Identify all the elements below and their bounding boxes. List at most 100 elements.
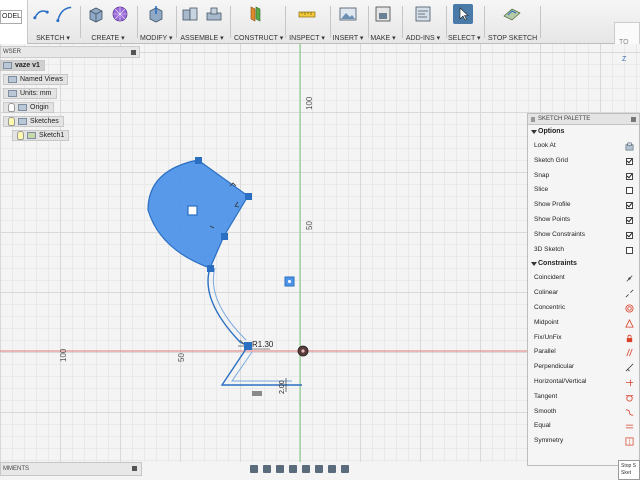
arc-tool-icon[interactable] [55,4,74,24]
sketch-menu-label[interactable]: SKETCH ▾ [32,34,74,42]
constraint-perpendicular[interactable]: Perpendicular [528,360,639,375]
midpoint-icon[interactable] [625,318,634,328]
sketch-point[interactable] [244,342,252,350]
slice-checkbox[interactable] [626,187,633,195]
tree-item-sketch1[interactable]: Sketch1 [0,128,140,142]
profile-center-point[interactable] [187,205,198,216]
construct-menu[interactable]: CONSTRUCT ▾ [234,4,283,42]
pin-icon[interactable] [131,50,136,55]
tangent-icon[interactable] [625,393,634,402]
look-at-icon[interactable] [263,465,271,473]
construct-menu-label[interactable]: CONSTRUCT ▾ [234,34,283,42]
stop-sketch-button[interactable]: STOP SKETCH [488,4,537,42]
grip-icon[interactable] [531,117,535,122]
lock-icon[interactable] [625,334,634,343]
form-icon[interactable] [110,4,130,24]
sketch-point[interactable] [221,233,228,240]
modify-menu-label[interactable]: MODIFY ▾ [140,34,173,42]
option-sketch-grid[interactable]: Sketch Grid [528,154,639,169]
constraint-coincident[interactable]: Coincident [528,271,639,286]
option-3d-sketch[interactable]: 3D Sketch [528,243,639,258]
inspect-menu[interactable]: INSPECT ▾ [288,4,326,42]
option-slice[interactable]: Slice [528,183,639,198]
press-pull-icon[interactable] [146,4,166,24]
constraints-section-header[interactable]: Constraints [528,257,639,271]
tree-item-document[interactable]: vaze v1 [0,58,140,72]
sketch-profile[interactable] [147,159,249,269]
workspace-label[interactable]: ODEL [0,10,22,24]
sketches-node[interactable]: Sketches [3,115,64,127]
measure-icon[interactable] [297,4,317,24]
make-menu-label[interactable]: MAKE ▾ [370,34,396,42]
tree-item-origin[interactable]: Origin [0,100,140,114]
constraint-horizontal-vertical[interactable]: Horizontal/Vertical [528,375,639,390]
stop-sketch-icon[interactable] [502,4,522,24]
option-look-at[interactable]: Look At [528,139,639,154]
tree-item-units[interactable]: Units: mm [0,86,140,100]
inspect-menu-label[interactable]: INSPECT ▾ [288,34,326,42]
constraint-colinear[interactable]: Colinear [528,286,639,301]
length-dimension[interactable]: 2.00 [279,380,286,394]
look-at-icon[interactable] [625,142,634,151]
stop-sketch-label[interactable]: STOP SKETCH [488,35,537,42]
stop-sketch-corner-button[interactable]: Stop S Sket [618,460,640,480]
select-cursor-icon[interactable] [453,4,473,24]
visibility-bulb-icon[interactable] [8,102,15,112]
insert-menu[interactable]: INSERT ▾ [332,4,364,42]
option-show-points[interactable]: Show Points [528,213,639,228]
line-tool-icon[interactable] [32,4,51,24]
symmetry-icon[interactable] [625,437,634,446]
3d-print-icon[interactable] [373,4,393,24]
sketch-line-bottom[interactable] [220,345,302,386]
snap-checkbox[interactable] [626,172,633,180]
create-menu-label[interactable]: CREATE ▾ [86,34,130,42]
sketch-point[interactable] [195,157,202,164]
smooth-icon[interactable] [625,408,634,417]
constraint-equal[interactable]: Equal [528,419,639,434]
perpendicular-icon[interactable] [625,363,634,372]
radius-dimension[interactable]: R1.30 [252,340,274,349]
colinear-icon[interactable] [625,289,634,298]
assemble-menu[interactable]: ASSEMBLE ▾ [180,4,224,42]
3d-sketch-checkbox[interactable] [626,246,633,254]
sketch1-node[interactable]: Sketch1 [12,129,70,141]
offset-plane-icon[interactable] [246,4,266,24]
close-icon[interactable] [631,117,636,122]
concentric-icon[interactable] [625,304,634,313]
constraint-symmetry[interactable]: Symmetry [528,434,639,449]
create-menu[interactable]: CREATE ▾ [86,4,130,42]
show-profile-checkbox[interactable] [626,202,633,210]
options-section-header[interactable]: Options [528,125,639,139]
constraint-fix-unfix[interactable]: Fix/UnFix [528,331,639,346]
select-menu[interactable]: SELECT ▾ [448,4,481,42]
units-node[interactable]: Units: mm [3,87,57,99]
option-show-profile[interactable]: Show Profile [528,198,639,213]
grid-settings-icon[interactable] [328,465,336,473]
sketch-spline[interactable] [207,267,249,347]
constraint-parallel[interactable]: Parallel [528,345,639,360]
orbit-icon[interactable] [250,465,258,473]
origin-node[interactable]: Origin [3,101,54,113]
pin-icon[interactable] [132,466,137,471]
sketch-point[interactable] [245,193,252,200]
tree-item-named-views[interactable]: Named Views [0,72,140,86]
tree-item-sketches[interactable]: Sketches [0,114,140,128]
constraint-midpoint[interactable]: Midpoint [528,316,639,331]
comments-panel[interactable]: MMENTS [0,462,142,476]
insert-menu-label[interactable]: INSERT ▾ [332,34,364,42]
equal-icon[interactable] [625,422,634,431]
constraint-tangent[interactable]: Tangent [528,390,639,405]
display-settings-icon[interactable] [315,465,323,473]
horizontal-vertical-icon[interactable] [625,378,634,387]
sketch-menu[interactable]: SKETCH ▾ [32,4,74,42]
visibility-bulb-icon[interactable] [8,116,15,126]
browser-header[interactable]: WSER [0,46,140,58]
make-menu[interactable]: MAKE ▾ [370,4,396,42]
scripts-icon[interactable] [413,4,433,24]
show-points-checkbox[interactable] [626,216,633,224]
pan-icon[interactable] [276,465,284,473]
workspace-switcher[interactable]: ODEL [0,0,28,44]
named-views-node[interactable]: Named Views [3,73,69,85]
parallel-icon[interactable] [625,348,634,357]
extrude-icon[interactable] [86,4,106,24]
